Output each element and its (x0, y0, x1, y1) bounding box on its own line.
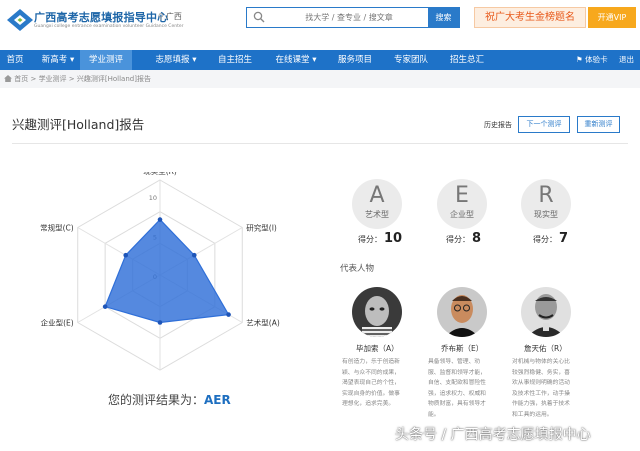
vip-button[interactable]: 开通VIP (588, 7, 636, 28)
nav-item-home[interactable]: 首页 (0, 50, 30, 70)
location-selector[interactable]: ⚲ 广西 (158, 11, 182, 22)
radar-data-point (102, 304, 108, 309)
logout-link[interactable]: 退出 (619, 50, 634, 70)
home-icon (4, 75, 12, 82)
radar-axis-label: 艺术型(A) (246, 318, 280, 328)
result-prefix: 您的测评结果为： (108, 393, 205, 407)
score-letter: E (455, 183, 469, 208)
site-logo-icon[interactable] (6, 8, 34, 32)
next-test-button[interactable]: 下一个测评 (518, 116, 570, 133)
score-letter: A (369, 183, 385, 208)
nav-item-admissions[interactable]: 招生总汇 (444, 50, 490, 70)
nav-item-volunteer[interactable]: 志愿填报 ▾ (150, 50, 202, 70)
nav-item-independent[interactable]: 自主招生 (210, 50, 260, 70)
score-type: 现实型 (534, 210, 558, 219)
radar-data-point (123, 252, 129, 258)
portrait-jobs[interactable] (437, 287, 487, 337)
nav-item-services[interactable]: 服务项目 (332, 50, 378, 70)
location-pin-icon: ⚲ (158, 12, 164, 21)
person-name-zhan: 詹天佑（R） (524, 344, 567, 353)
radar-axis-label: 现实型(R) (143, 172, 177, 176)
radar-data-point (157, 217, 163, 222)
breadcrumb: 首页 > 学业测评 > 兴趣测评[Holland]报告 (4, 74, 151, 84)
score-circle-a: A 艺术型 (352, 179, 402, 229)
top-header: 广西高考志愿填报指导中心 Guangxi college entrance ex… (0, 0, 640, 50)
person-desc-picasso: 有创造力，乐于创造新颖、与众不同的成果，渴望表现自己的个性，实现自身的价值。做事… (342, 359, 400, 407)
history-report-link[interactable]: 历史报告 (484, 120, 512, 130)
person-desc-zhan: 对机械与物体的关心比较强烈稳健、务实，喜欢从事规则明确的活动及技术性工作，动手操… (512, 359, 570, 418)
main-nav: 首页 新高考 ▾ 学业测评 志愿填报 ▾ 自主招生 在线课堂 ▾ 服务项目 专家… (0, 50, 640, 70)
person-desc-jobs: 具备领导、管理、劝服、监督和领导才能，自信、支配欲和冒险性强，追求权力、权威和物… (428, 359, 486, 418)
radar-tick-label: 10 (149, 194, 157, 202)
result-code: AER (204, 393, 231, 407)
breadcrumb-home[interactable]: 首页 (14, 75, 28, 83)
radar-data-point (191, 252, 197, 258)
score-a: 得分： 10 (358, 231, 402, 246)
radar-data-area (104, 218, 230, 324)
nav-item-experts[interactable]: 专家团队 (388, 50, 434, 70)
site-title[interactable]: 广西高考志愿填报指导中心 (34, 9, 168, 25)
trial-card-label: 体验卡 (585, 55, 608, 64)
trial-card-link[interactable]: ⚑ 体验卡 (576, 50, 608, 70)
score-type: 艺术型 (365, 210, 389, 219)
score-label: 得分： (446, 235, 470, 244)
watermark: 头条号 / 广西高考志愿填报中心 (395, 427, 591, 443)
card-icon: ⚑ (576, 55, 586, 64)
score-value: 7 (559, 231, 569, 246)
breadcrumb-current: 兴趣测评[Holland]报告 (76, 75, 151, 83)
radar-axis-label: 研究型(I) (246, 223, 277, 233)
title-divider (12, 143, 628, 144)
score-r: 得分： 7 (533, 231, 568, 246)
retest-button[interactable]: 重新测评 (577, 116, 620, 133)
representatives-label: 代表人物 (340, 264, 375, 274)
location-label: 广西 (165, 12, 182, 21)
breadcrumb-sep: > (66, 75, 77, 83)
search-icon (253, 11, 265, 23)
promo-banner: 祝广大考生金榜题名 (474, 7, 586, 28)
score-label: 得分： (533, 235, 557, 244)
search-button[interactable]: 搜索 (428, 8, 459, 27)
nav-item-new-gaokao[interactable]: 新高考 ▾ (36, 50, 80, 70)
person-name-picasso: 毕加索（A） (356, 344, 399, 353)
radar-axis-label: 常规型(C) (40, 223, 74, 233)
radar-data-point (226, 312, 231, 317)
nav-item-assessment[interactable]: 学业测评 (80, 50, 132, 70)
radar-data-point (157, 320, 163, 325)
portrait-picasso[interactable] (352, 287, 402, 337)
breadcrumb-sep: > (28, 75, 39, 83)
score-circle-e: E 企业型 (437, 179, 487, 229)
score-label: 得分： (358, 235, 382, 244)
person-name-jobs: 乔布斯（E） (441, 344, 484, 353)
score-e: 得分： 8 (446, 231, 481, 246)
score-letter: R (538, 183, 554, 208)
score-value: 8 (472, 231, 482, 246)
nav-item-online-class[interactable]: 在线课堂 ▾ (270, 50, 322, 70)
score-value: 10 (384, 231, 403, 246)
score-type: 企业型 (450, 210, 474, 219)
radar-axis-label: 企业型(E) (41, 318, 74, 328)
breadcrumb-assessment[interactable]: 学业测评 (39, 75, 67, 83)
page-title: 兴趣测评[Holland]报告 (12, 117, 145, 132)
test-result: 您的测评结果为：AER (108, 391, 231, 408)
site-subtitle: Guangxi college entrance examination vol… (34, 24, 184, 29)
search-input[interactable] (269, 9, 429, 26)
portrait-zhan-tianyou[interactable] (521, 287, 571, 337)
holland-radar-chart: 1050现实型(R)研究型(I)艺术型(A)社会型(S)企业型(E)常规型(C) (40, 172, 280, 371)
score-circle-r: R 现实型 (521, 179, 571, 229)
search-box: 搜索 (246, 7, 460, 28)
